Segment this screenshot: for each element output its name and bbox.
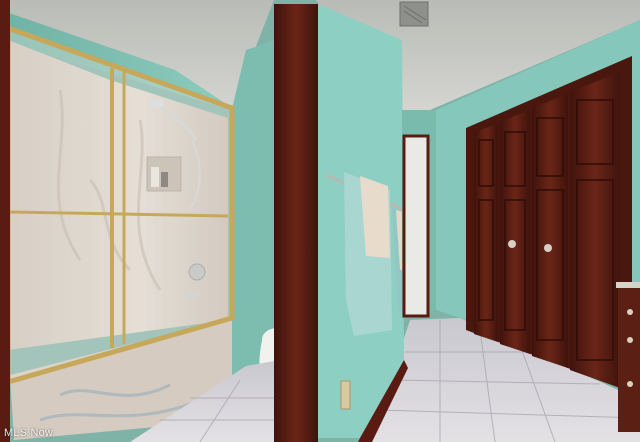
- bathroom-photo: MLS Now: [0, 0, 640, 442]
- door-jamb: [274, 4, 318, 442]
- dresser: [618, 282, 640, 432]
- bathroom-illustration: [0, 0, 640, 442]
- watermark: MLS Now: [4, 427, 54, 439]
- far-door: [402, 134, 430, 318]
- ceiling-vent: [399, 1, 429, 27]
- outlet: [340, 380, 351, 410]
